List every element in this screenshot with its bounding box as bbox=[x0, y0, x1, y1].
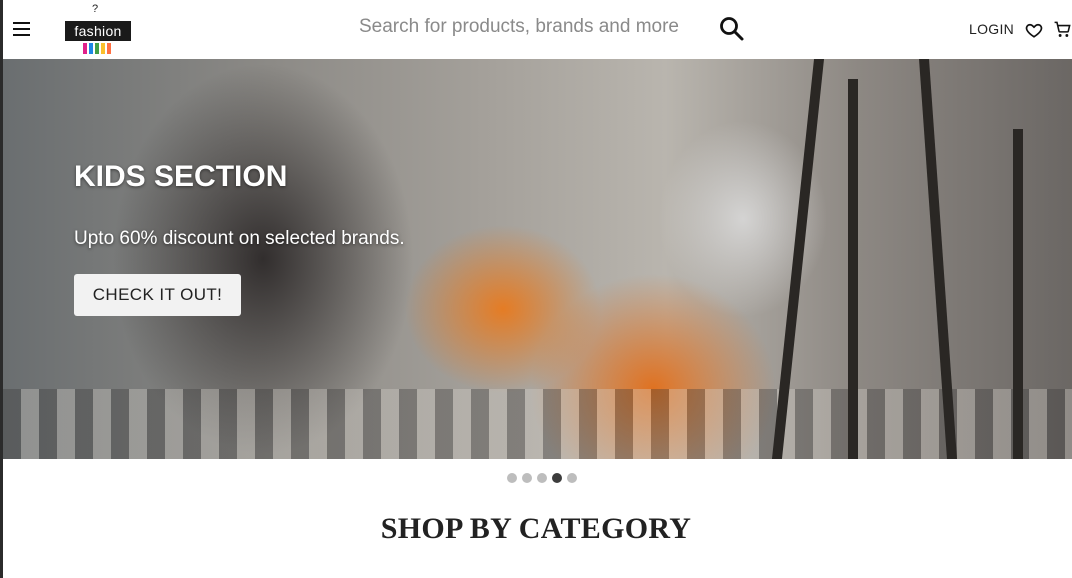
carousel-dot[interactable] bbox=[537, 473, 547, 483]
shopping-cart-icon[interactable] bbox=[1053, 20, 1072, 39]
hanger-hook-icon: ? bbox=[92, 3, 99, 15]
hero-title: KIDS SECTION bbox=[74, 160, 288, 193]
search-input[interactable]: Search for products, brands and more bbox=[359, 16, 679, 38]
carousel-dots bbox=[507, 470, 582, 483]
hero-carousel-slide[interactable]: KIDS SECTION Upto 60% discount on select… bbox=[3, 59, 1072, 459]
carousel-dot[interactable] bbox=[507, 473, 517, 483]
hero-subtitle: Upto 60% discount on selected brands. bbox=[74, 228, 405, 249]
check-it-out-button[interactable]: CHECK IT OUT! bbox=[74, 274, 241, 316]
heart-icon[interactable] bbox=[1025, 21, 1043, 39]
login-link[interactable]: LOGIN bbox=[969, 21, 1014, 37]
carousel-dot[interactable] bbox=[567, 473, 577, 483]
top-navbar: ? fashion Search for products, brands an… bbox=[3, 0, 1072, 60]
brand-logo[interactable]: ? fashion bbox=[61, 4, 135, 54]
carousel-dot-active[interactable] bbox=[552, 473, 562, 483]
hero-floor-rug bbox=[3, 389, 1072, 459]
section-title: SHOP BY CATEGORY bbox=[380, 512, 692, 545]
logo-text: fashion bbox=[65, 21, 131, 41]
carousel-dot[interactable] bbox=[522, 473, 532, 483]
logo-color-stripes bbox=[83, 41, 117, 54]
hamburger-menu-icon[interactable] bbox=[11, 18, 33, 40]
search-icon[interactable] bbox=[718, 15, 746, 43]
